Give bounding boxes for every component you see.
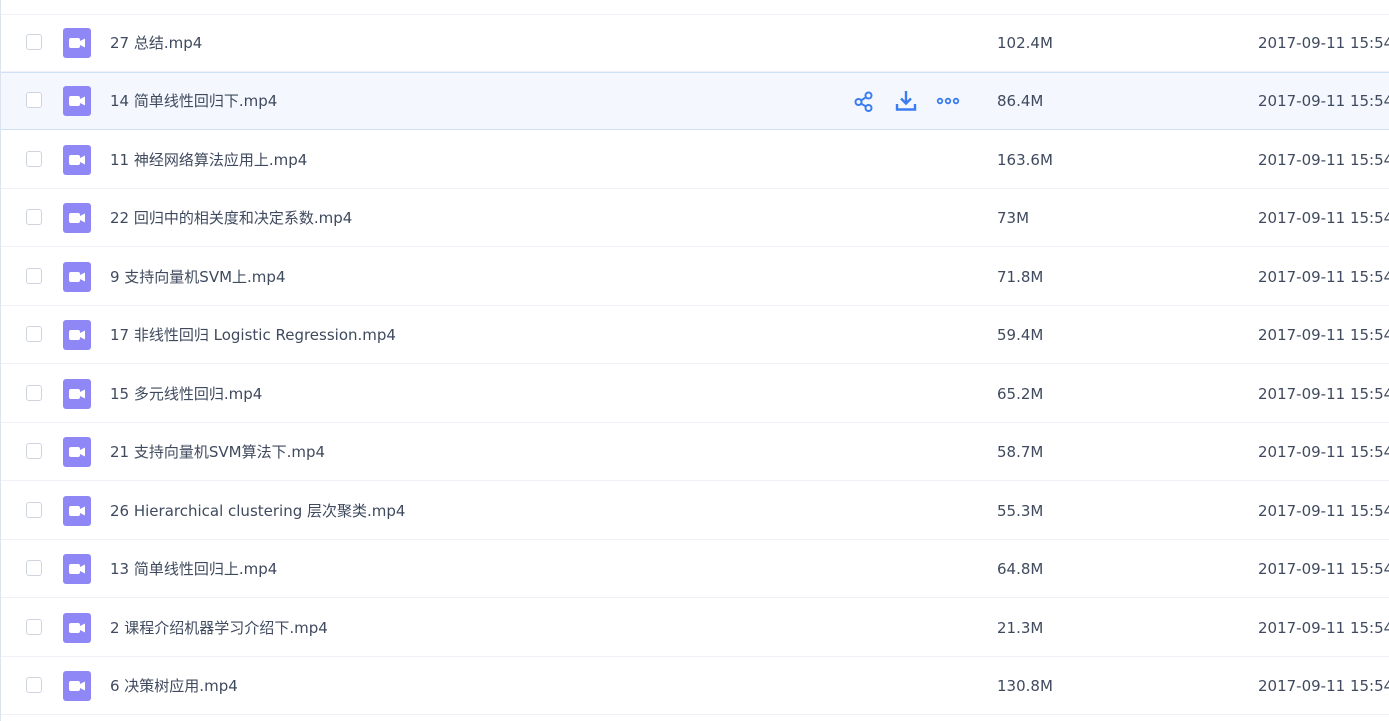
file-name[interactable]: 26 Hierarchical clustering 层次聚类.mp4: [110, 501, 405, 521]
file-name[interactable]: 21 支持向量机SVM算法下.mp4: [110, 442, 325, 462]
file-date: 2017-09-11 15:54: [1258, 150, 1389, 169]
row-checkbox[interactable]: [26, 208, 42, 225]
file-size: 59.4M: [997, 325, 1044, 344]
file-size: 86.4M: [997, 92, 1044, 110]
file-size: 64.8M: [997, 559, 1044, 578]
file-size: 55.3M: [997, 501, 1044, 520]
video-file-icon: [63, 612, 91, 643]
file-name[interactable]: 2 课程介绍机器学习介绍下.mp4: [110, 618, 328, 638]
file-name[interactable]: 13 简单线性回归上.mp4: [110, 559, 277, 579]
row-checkbox[interactable]: [26, 442, 42, 459]
video-file-icon: [63, 319, 91, 350]
file-row[interactable]: 21 支持向量机SVM算法下.mp4 58.7M 2017-09-11 15:5…: [1, 423, 1389, 481]
file-row[interactable]: 26 Hierarchical clustering 层次聚类.mp4 55.3…: [1, 482, 1389, 540]
row-checkbox[interactable]: [26, 33, 42, 50]
file-name[interactable]: 9 支持向量机SVM上.mp4: [110, 267, 285, 287]
file-date: 2017-09-11 15:54: [1258, 267, 1389, 286]
file-row[interactable]: 9 支持向量机SVM上.mp4 71.8M 2017-09-11 15:54: [1, 248, 1389, 306]
file-size: 21.3M: [997, 618, 1044, 637]
video-file-icon: [63, 378, 91, 409]
file-row[interactable]: 13 简单线性回归上.mp4 64.8M 2017-09-11 15:54: [1, 540, 1389, 598]
row-checkbox[interactable]: [26, 384, 42, 401]
file-size: 102.4M: [997, 33, 1053, 52]
file-row[interactable]: 6 决策树应用.mp4 130.8M 2017-09-11 15:54: [1, 657, 1389, 715]
video-file-icon: [63, 27, 91, 58]
file-name[interactable]: 22 回归中的相关度和决定系数.mp4: [110, 208, 352, 228]
more-icon[interactable]: [935, 88, 961, 114]
file-list: 27 总结.mp4 102.4M 2017-09-11 15:54 14 简单线…: [0, 0, 1389, 721]
file-date: 2017-09-11 15:54: [1258, 676, 1389, 695]
row-checkbox[interactable]: [26, 267, 42, 284]
file-size: 73M: [997, 208, 1030, 227]
video-file-icon: [63, 436, 91, 467]
file-date: 2017-09-11 15:54: [1258, 559, 1389, 578]
file-date: 2017-09-11 15:54: [1258, 501, 1389, 520]
file-size: 163.6M: [997, 150, 1053, 169]
file-size: 65.2M: [997, 384, 1044, 403]
file-date: 2017-09-11 15:54: [1258, 92, 1389, 110]
row-checkbox[interactable]: [26, 559, 42, 576]
file-date: 2017-09-11 15:54: [1258, 325, 1389, 344]
video-file-icon: [63, 670, 91, 701]
file-name[interactable]: 6 决策树应用.mp4: [110, 676, 238, 696]
row-checkbox[interactable]: [26, 676, 42, 693]
file-row[interactable]: [1, 0, 1389, 15]
file-row[interactable]: 15 多元线性回归.mp4 65.2M 2017-09-11 15:54: [1, 365, 1389, 423]
file-date: 2017-09-11 15:54: [1258, 618, 1389, 637]
file-date: 2017-09-11 15:54: [1258, 384, 1389, 403]
file-date: 2017-09-11 15:54: [1258, 33, 1389, 52]
file-name[interactable]: 14 简单线性回归下.mp4: [110, 91, 277, 111]
file-row[interactable]: 14 简单线性回归下.mp4 86.4M 2017-09-11 15:54: [1, 72, 1389, 130]
file-row[interactable]: 17 非线性回归 Logistic Regression.mp4 59.4M 2…: [1, 306, 1389, 364]
video-file-icon: [63, 261, 91, 292]
row-checkbox[interactable]: [26, 618, 42, 635]
file-size: 71.8M: [997, 267, 1044, 286]
row-checkbox[interactable]: [26, 325, 42, 342]
file-name[interactable]: 17 非线性回归 Logistic Regression.mp4: [110, 325, 396, 345]
file-size: 58.7M: [997, 442, 1044, 461]
file-date: 2017-09-11 15:54: [1258, 208, 1389, 227]
row-checkbox[interactable]: [26, 501, 42, 518]
file-row[interactable]: 11 神经网络算法应用上.mp4 163.6M 2017-09-11 15:54: [1, 131, 1389, 189]
video-file-icon: [63, 144, 91, 175]
file-row[interactable]: 2 课程介绍机器学习介绍下.mp4 21.3M 2017-09-11 15:54: [1, 599, 1389, 657]
video-file-icon: [63, 553, 91, 584]
file-row[interactable]: 22 回归中的相关度和决定系数.mp4 73M 2017-09-11 15:54: [1, 189, 1389, 247]
file-date: 2017-09-11 15:54: [1258, 442, 1389, 461]
share-icon[interactable]: [851, 88, 877, 114]
download-icon[interactable]: [893, 88, 919, 114]
file-size: 130.8M: [997, 676, 1053, 695]
row-checkbox[interactable]: [26, 150, 42, 167]
row-checkbox[interactable]: [26, 92, 42, 108]
video-file-icon: [63, 495, 91, 526]
video-file-icon: [63, 202, 91, 233]
file-name[interactable]: 27 总结.mp4: [110, 33, 202, 53]
video-file-icon: [63, 86, 91, 116]
file-name[interactable]: 15 多元线性回归.mp4: [110, 384, 262, 404]
file-row[interactable]: 27 总结.mp4 102.4M 2017-09-11 15:54: [1, 14, 1389, 72]
file-name[interactable]: 11 神经网络算法应用上.mp4: [110, 150, 307, 170]
